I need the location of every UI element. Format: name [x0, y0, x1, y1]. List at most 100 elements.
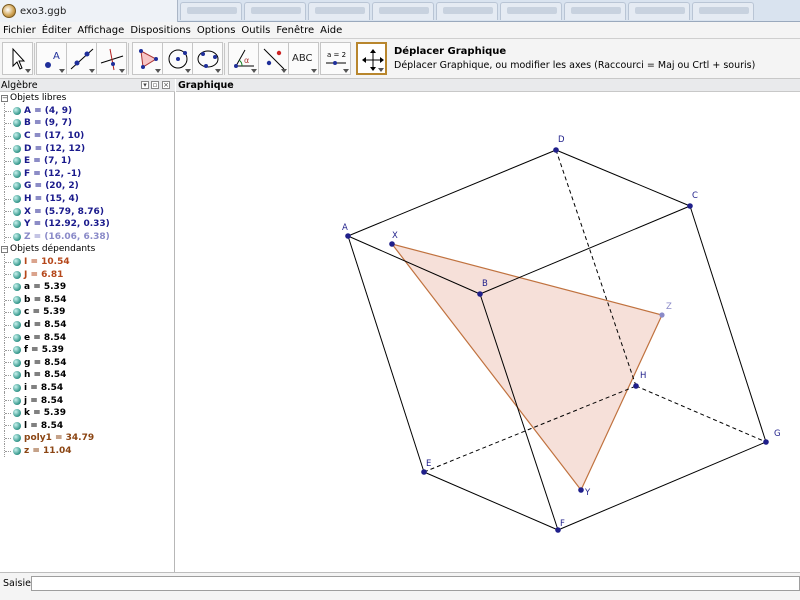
visibility-toggle-icon[interactable] [13, 258, 21, 267]
background-tab[interactable] [180, 2, 242, 20]
algebra-item[interactable]: z = 11.04 [0, 442, 174, 458]
close-icon[interactable]: × [162, 81, 170, 89]
segment-bc[interactable] [479, 205, 691, 295]
segment-da[interactable] [347, 149, 557, 237]
algebra-item[interactable]: X = (5.79, 8.76) [0, 203, 174, 218]
algebra-item[interactable]: I = 10.54 [0, 253, 174, 269]
algebra-item[interactable]: F = (12, -1) [0, 165, 174, 181]
background-tab[interactable] [372, 2, 434, 20]
visibility-toggle-icon[interactable] [13, 333, 21, 342]
visibility-toggle-icon[interactable] [13, 195, 21, 204]
dependent-objects-category[interactable]: − Objets dépendants [0, 243, 174, 256]
point-c[interactable] [687, 203, 693, 209]
graphics-canvas[interactable]: A B C D E F G H X Y Z [176, 92, 800, 572]
algebra-item[interactable]: B = (9, 7) [0, 115, 174, 130]
algebra-item[interactable]: poly1 = 34.79 [0, 430, 174, 445]
algebra-item[interactable]: H = (15, 4) [0, 190, 174, 206]
algebra-item[interactable]: e = 8.54 [0, 329, 174, 344]
undock-icon[interactable]: ▫ [151, 81, 159, 89]
visibility-toggle-icon[interactable] [13, 421, 21, 430]
point-g[interactable] [763, 439, 769, 445]
input-field[interactable] [31, 576, 800, 591]
visibility-toggle-icon[interactable] [13, 434, 21, 443]
algebra-item[interactable]: G = (20, 2) [0, 178, 174, 193]
segment-hg-hidden[interactable] [635, 385, 767, 443]
collapse-icon[interactable]: − [1, 245, 8, 253]
visibility-toggle-icon[interactable] [13, 270, 21, 279]
algebra-item[interactable]: E = (7, 1) [0, 152, 174, 168]
point-b[interactable] [477, 291, 483, 297]
point-tool-button[interactable]: A [36, 42, 67, 75]
background-tab[interactable] [308, 2, 370, 20]
graphics-view[interactable]: A B C D E F G H X Y Z [176, 92, 800, 572]
algebra-item[interactable]: k = 5.39 [0, 404, 174, 420]
segment-ef[interactable] [423, 471, 559, 531]
menu-options[interactable]: Options [194, 25, 239, 36]
polygon-xyz[interactable] [390, 242, 663, 492]
line-tool-button[interactable] [66, 42, 97, 75]
text-tool-button[interactable]: ABC [288, 42, 319, 75]
algebra-item[interactable]: J = 6.81 [0, 266, 174, 281]
visibility-toggle-icon[interactable] [13, 132, 21, 141]
algebra-item[interactable]: Y = (12.92, 0.33) [0, 215, 174, 231]
visibility-toggle-icon[interactable] [13, 119, 21, 128]
algebra-item[interactable]: A = (4, 9) [0, 102, 174, 118]
algebra-item[interactable]: C = (17, 10) [0, 127, 174, 143]
point-a[interactable] [345, 233, 351, 239]
menu-aide[interactable]: Aide [317, 25, 345, 36]
point-e[interactable] [421, 469, 427, 475]
visibility-toggle-icon[interactable] [13, 144, 21, 153]
polygon-tool-button[interactable] [132, 42, 163, 75]
algebra-item[interactable]: D = (12, 12) [0, 140, 174, 155]
algebra-item[interactable]: Z = (16.06, 6.38) [0, 228, 174, 244]
algebra-item[interactable]: g = 8.54 [0, 354, 174, 369]
algebra-item[interactable]: h = 8.54 [0, 367, 174, 382]
menu-outils[interactable]: Outils [238, 25, 273, 36]
visibility-toggle-icon[interactable] [13, 371, 21, 380]
visibility-toggle-icon[interactable] [13, 358, 21, 367]
background-tab[interactable] [244, 2, 306, 20]
visibility-toggle-icon[interactable] [13, 320, 21, 329]
background-tab[interactable] [692, 2, 754, 20]
collapse-icon[interactable]: − [1, 94, 8, 102]
algebra-item[interactable]: a = 5.39 [0, 278, 174, 294]
algebra-item[interactable]: b = 8.54 [0, 291, 174, 307]
background-tab[interactable] [500, 2, 562, 20]
free-objects-category[interactable]: − Objets libres [0, 92, 174, 105]
visibility-toggle-icon[interactable] [13, 106, 21, 115]
point-h[interactable] [633, 383, 639, 389]
algebra-item[interactable]: j = 8.54 [0, 392, 174, 407]
visibility-toggle-icon[interactable] [13, 182, 21, 191]
point-y[interactable] [578, 487, 584, 493]
menu-fichier[interactable]: Fichier [0, 25, 39, 36]
move-graphics-tool-button[interactable] [356, 42, 387, 75]
point-z[interactable] [659, 312, 665, 318]
visibility-toggle-icon[interactable] [13, 157, 21, 166]
visibility-toggle-icon[interactable] [13, 232, 21, 241]
algebra-item[interactable]: l = 8.54 [0, 417, 174, 432]
visibility-toggle-icon[interactable] [13, 169, 21, 178]
move-tool-button[interactable] [2, 42, 33, 75]
visibility-toggle-icon[interactable] [13, 283, 21, 292]
visibility-toggle-icon[interactable] [13, 346, 21, 355]
visibility-toggle-icon[interactable] [13, 409, 21, 418]
segment-cd[interactable] [555, 149, 691, 207]
perpendicular-tool-button[interactable] [96, 42, 127, 75]
slider-tool-button[interactable]: a = 2 [320, 42, 351, 75]
reflect-tool-button[interactable] [258, 42, 289, 75]
visibility-toggle-icon[interactable] [13, 308, 21, 317]
algebra-item[interactable]: f = 5.39 [0, 341, 174, 357]
point-x[interactable] [389, 241, 395, 247]
circle-three-points-tool-button[interactable] [192, 42, 223, 75]
visibility-toggle-icon[interactable] [13, 383, 21, 392]
menu-fenetre[interactable]: Fenêtre [273, 25, 317, 36]
visibility-toggle-icon[interactable] [13, 396, 21, 405]
menu-editer[interactable]: Éditer [39, 25, 75, 36]
background-tab[interactable] [564, 2, 626, 20]
menu-dispositions[interactable]: Dispositions [127, 25, 194, 36]
angle-tool-button[interactable]: α [228, 42, 259, 75]
segment-cg[interactable] [689, 205, 767, 443]
visibility-toggle-icon[interactable] [13, 220, 21, 229]
background-tab[interactable] [436, 2, 498, 20]
menu-affichage[interactable]: Affichage [74, 25, 127, 36]
